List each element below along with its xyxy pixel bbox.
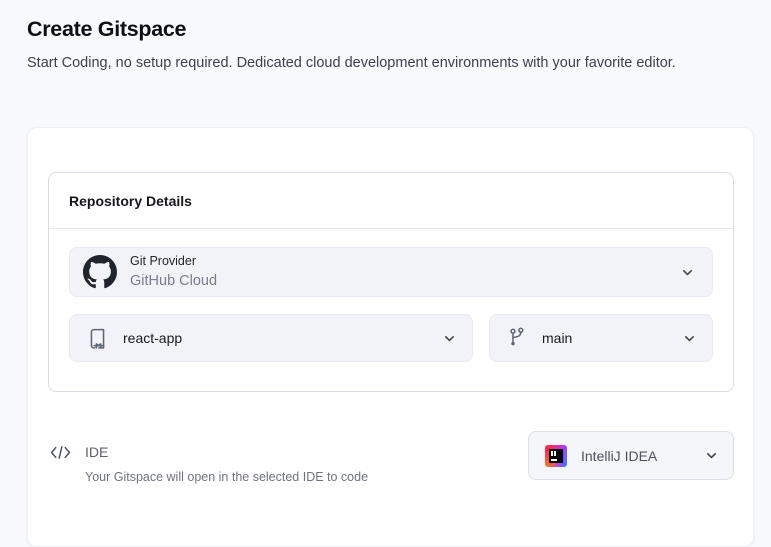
- git-branch-icon: [505, 326, 529, 350]
- git-provider-label: Git Provider: [130, 254, 217, 269]
- chevron-down-icon: [443, 332, 456, 345]
- intellij-idea-icon: [545, 445, 567, 467]
- chevron-down-icon: [683, 332, 696, 345]
- repo-icon: [85, 326, 110, 351]
- page-title: Create Gitspace: [27, 17, 759, 42]
- ide-selected-value: IntelliJ IDEA: [581, 448, 657, 464]
- chevron-down-icon: [681, 266, 694, 279]
- page-header: Create Gitspace Start Coding, no setup r…: [27, 17, 759, 74]
- branch-select[interactable]: main: [489, 314, 713, 362]
- repository-details-heading: Repository Details: [69, 193, 192, 209]
- repo-branch-row: react-app: [69, 314, 713, 362]
- ide-texts: IDE Your Gitspace will open in the selec…: [85, 444, 368, 484]
- git-provider-texts: Git Provider GitHub Cloud: [130, 254, 217, 290]
- page-subtitle: Start Coding, no setup required. Dedicat…: [27, 53, 759, 74]
- git-provider-value: GitHub Cloud: [130, 272, 217, 290]
- repository-details-header: Repository Details: [49, 173, 733, 229]
- ide-info: IDE Your Gitspace will open in the selec…: [49, 444, 368, 484]
- repository-select[interactable]: react-app: [69, 314, 473, 362]
- intellij-inner-square: [549, 449, 563, 463]
- chevron-down-icon: [705, 449, 718, 462]
- git-provider-select[interactable]: Git Provider GitHub Cloud: [69, 247, 713, 297]
- repository-value: react-app: [123, 330, 182, 346]
- repository-details-body: Git Provider GitHub Cloud: [49, 229, 733, 362]
- code-icon: [49, 444, 72, 484]
- repository-details-section: Repository Details Git Provider GitHub C…: [48, 172, 734, 392]
- github-icon: [83, 255, 117, 289]
- branch-value: main: [542, 330, 572, 346]
- ide-section: IDE Your Gitspace will open in the selec…: [49, 431, 734, 484]
- ide-select[interactable]: IntelliJ IDEA: [528, 431, 734, 480]
- create-gitspace-card: Repository Details Git Provider GitHub C…: [27, 127, 754, 547]
- ide-label: IDE: [85, 444, 368, 460]
- ide-description: Your Gitspace will open in the selected …: [85, 470, 368, 484]
